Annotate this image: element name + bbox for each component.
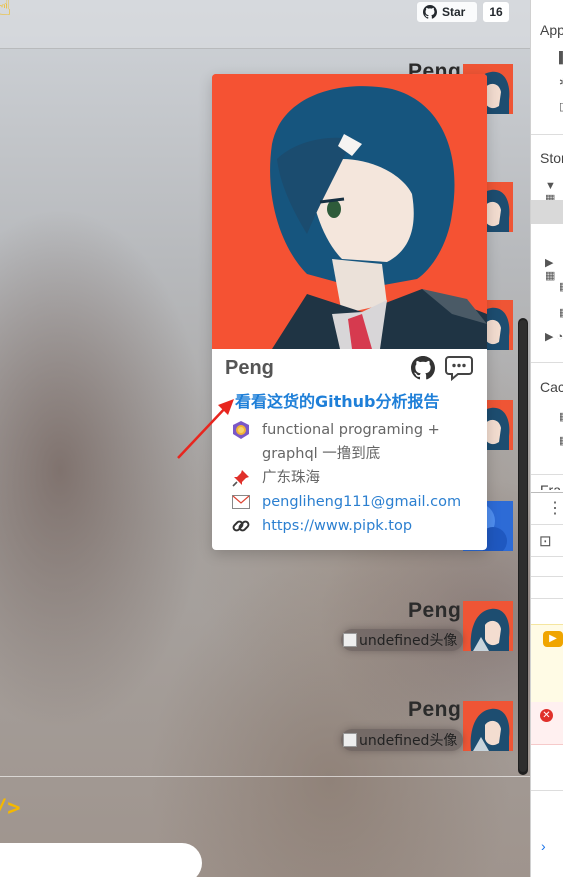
divider xyxy=(531,598,563,599)
avatar[interactable] xyxy=(463,601,513,651)
website-row: https://www.pipk.top xyxy=(232,514,412,538)
broken-image-alt: undefined头像 xyxy=(359,733,458,749)
github-icon[interactable] xyxy=(411,356,435,380)
devtools-tree-item[interactable]: ▯ xyxy=(559,100,563,113)
broken-image-icon xyxy=(343,633,357,647)
devtools-tree-item[interactable]: ▦ xyxy=(559,434,563,447)
divider xyxy=(0,776,530,777)
avatar-image xyxy=(470,608,510,651)
divider xyxy=(531,556,563,557)
devtools-tree-item[interactable]: ✲ xyxy=(559,76,563,89)
github-icon xyxy=(423,5,437,19)
broken-image: undefined头像 xyxy=(341,629,464,651)
bio-text: functional programing + graphql 一撸到底 xyxy=(262,422,440,462)
broken-image-icon xyxy=(343,733,357,747)
more-menu-icon[interactable]: ⋮ xyxy=(547,498,563,518)
devtools-tree-item[interactable]: ▦ xyxy=(559,306,563,319)
devtools-section-frames[interactable]: Fra xyxy=(540,482,561,490)
profile-image xyxy=(212,74,487,349)
location-text: 广东珠海 xyxy=(262,470,320,486)
profile-name: Peng xyxy=(225,357,274,379)
anime-portrait xyxy=(212,74,487,349)
message-author: Peng xyxy=(408,698,462,721)
divider xyxy=(531,474,563,475)
scrollbar-thumb[interactable] xyxy=(519,320,527,772)
divider xyxy=(531,362,563,363)
profile-card: Peng 看看这货的Github分析报告 functional programi… xyxy=(212,74,487,550)
email-row: pengliheng111@gmail.com xyxy=(232,490,461,514)
pointing-hand-icon[interactable]: ☝ xyxy=(0,0,11,21)
expand-arrow-icon[interactable]: ▶ ▦ xyxy=(545,256,563,282)
console-sidebar-icon[interactable]: ⊡ xyxy=(539,532,552,550)
star-label: Star xyxy=(442,5,466,19)
divider xyxy=(531,790,563,791)
devtools-selected-row[interactable] xyxy=(531,200,563,224)
code-mark: /> xyxy=(0,796,21,821)
devtools-panel: App ▌ ✲ ▯ Stor ▼ ▦ ▶ ▦ ▦ ▦ ▶ ◔ Cac ▦ ▦ F… xyxy=(530,0,563,877)
top-bar: ☝ Star 16 xyxy=(0,0,530,49)
expand-arrow-icon[interactable]: ▶ ◔ xyxy=(545,330,563,343)
annotation-arrow xyxy=(177,399,234,459)
warning-icon: ▶ xyxy=(543,631,563,647)
devtools-tree-item[interactable]: ▦ xyxy=(559,410,563,423)
divider xyxy=(531,524,563,525)
chat-icon[interactable] xyxy=(445,355,473,381)
console-prompt-icon[interactable]: › xyxy=(541,838,546,854)
divider xyxy=(531,492,563,493)
devtools-section-cache[interactable]: Cac xyxy=(540,379,563,395)
devtools-section-storage[interactable]: Stor xyxy=(540,150,563,166)
devtools-tree-item[interactable]: ▌ xyxy=(559,52,563,64)
devtools-section-application[interactable]: App xyxy=(540,22,563,38)
avatar[interactable] xyxy=(463,701,513,751)
avatar-image xyxy=(470,708,510,751)
console-error-row: ✕ xyxy=(531,702,563,745)
broken-image: undefined头像 xyxy=(341,729,464,751)
broken-image-alt: undefined头像 xyxy=(359,633,458,649)
github-star-button[interactable]: Star xyxy=(416,1,478,23)
message-author: Peng xyxy=(408,599,462,622)
message-input[interactable] xyxy=(0,843,202,877)
star-count[interactable]: 16 xyxy=(482,1,510,23)
email-link[interactable]: pengliheng111@gmail.com xyxy=(262,490,461,514)
link-icon xyxy=(232,514,250,538)
devtools-tree-item[interactable]: ▦ xyxy=(559,280,563,293)
error-icon: ✕ xyxy=(540,709,553,722)
location-row: 广东珠海 xyxy=(232,466,320,490)
bio-row: functional programing + graphql 一撸到底 xyxy=(232,418,462,466)
divider xyxy=(531,134,563,135)
pin-icon xyxy=(232,466,250,490)
console-warning-row: ▶ xyxy=(531,624,563,704)
divider xyxy=(531,576,563,577)
email-icon xyxy=(232,490,250,514)
chat-background: ☝ Star 16 Peng Peng undefined头像 Peng und… xyxy=(0,0,530,877)
github-report-link[interactable]: 看看这货的Github分析报告 xyxy=(235,388,440,412)
website-link[interactable]: https://www.pipk.top xyxy=(262,514,412,538)
